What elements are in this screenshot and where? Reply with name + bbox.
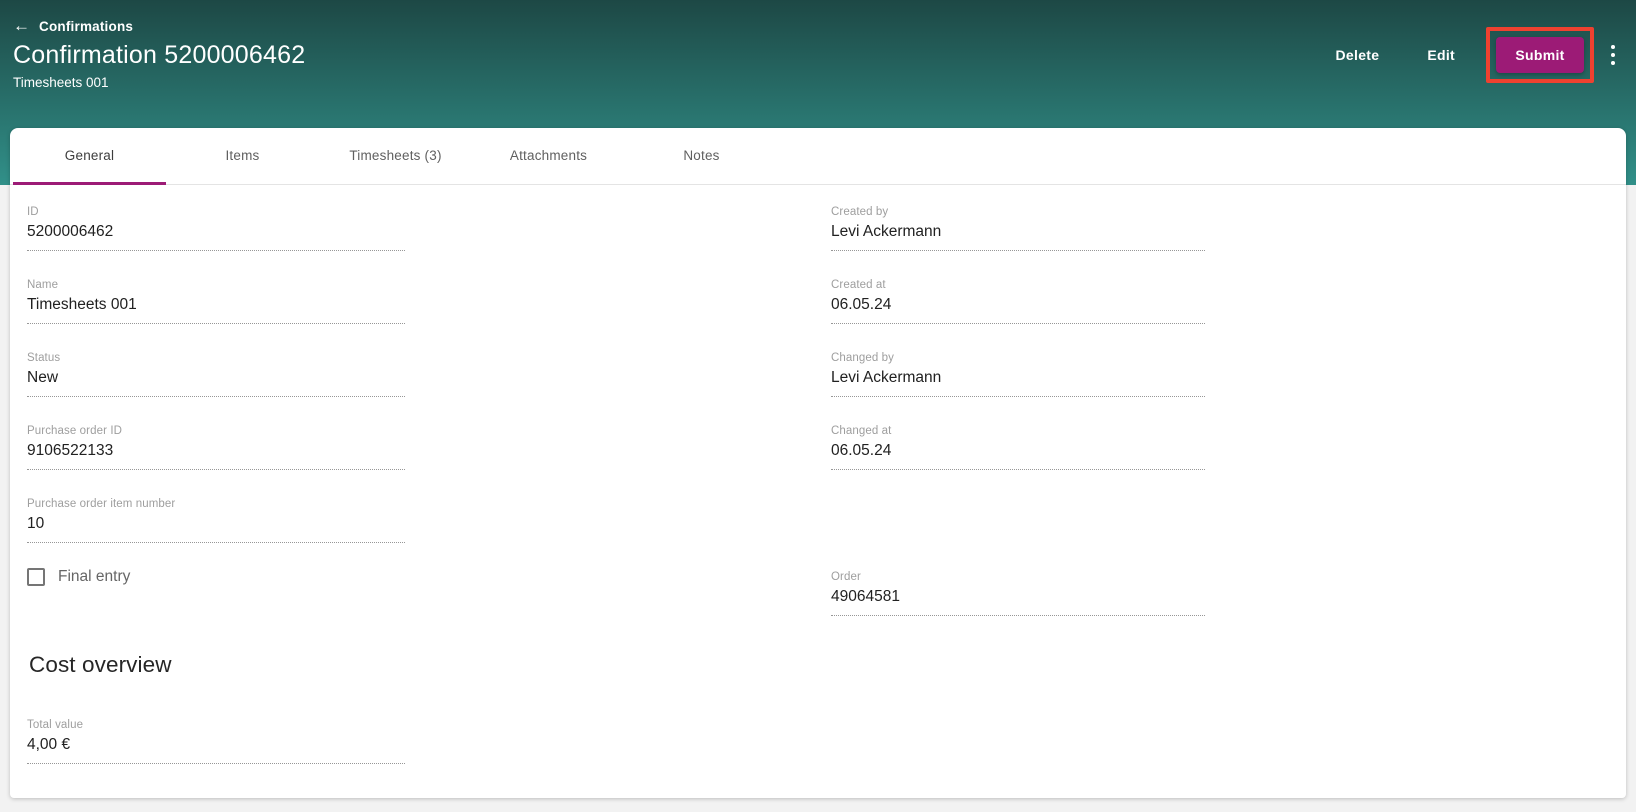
field-label: Created by [831,205,1205,219]
tab-items[interactable]: Items [166,128,319,184]
field-row: Final entry Order 49064581 [27,560,1626,633]
field-label: Created at [831,278,1205,292]
field-label: ID [27,205,405,219]
field-label: Purchase order ID [27,424,405,438]
submit-button[interactable]: Submit [1496,37,1584,73]
field-value: New [27,365,405,397]
final-entry-checkbox[interactable] [27,568,45,586]
tab-attachments[interactable]: Attachments [472,128,625,184]
field-label: Total value [27,718,405,732]
field-label: Changed by [831,351,1205,365]
field-label: Purchase order item number [27,497,405,511]
field-value: 49064581 [831,584,1205,616]
field-row: Purchase order ID 9106522133 Changed at … [27,414,1626,487]
back-arrow-icon[interactable]: ← [13,17,30,35]
cost-overview-heading: Cost overview [29,652,1626,678]
kebab-dot [1611,61,1615,65]
field-value: 10 [27,511,405,543]
field-value: 4,00 € [27,732,405,764]
final-entry-checkbox-row[interactable]: Final entry [27,568,831,586]
field-value: 06.05.24 [831,438,1205,470]
field-value: Levi Ackermann [831,219,1205,251]
field-label: Name [27,278,405,292]
field-purchase-order-item-number: Purchase order item number 10 [27,487,405,543]
page-subtitle: Timesheets 001 [13,75,109,90]
submit-highlight-annotation: Submit [1486,27,1594,83]
field-value: Timesheets 001 [27,292,405,324]
field-created-at: Created at 06.05.24 [831,268,1205,324]
header-actions: Delete Edit Submit [1320,27,1620,83]
field-label: Order [831,570,1205,584]
field-row: Name Timesheets 001 Created at 06.05.24 [27,268,1626,341]
general-tab-content: ID 5200006462 Created by Levi Ackermann … [10,185,1626,764]
field-changed-by: Changed by Levi Ackermann [831,341,1205,397]
tab-notes[interactable]: Notes [625,128,778,184]
back-link-label[interactable]: Confirmations [39,19,133,34]
field-value: 06.05.24 [831,292,1205,324]
field-purchase-order-id: Purchase order ID 9106522133 [27,414,405,470]
field-row: Status New Changed by Levi Ackermann [27,341,1626,414]
field-value: 9106522133 [27,438,405,470]
field-value: Levi Ackermann [831,365,1205,397]
field-total-value: Total value 4,00 € [27,708,405,764]
field-label: Status [27,351,405,365]
field-label: Changed at [831,424,1205,438]
final-entry-label: Final entry [58,568,130,586]
field-name: Name Timesheets 001 [27,268,405,324]
kebab-dot [1611,45,1615,49]
field-value: 5200006462 [27,219,405,251]
app-header: ← Confirmations Confirmation 5200006462 … [0,0,1636,128]
confirmation-detail-card: General Items Timesheets (3) Attachments… [10,128,1626,798]
kebab-dot [1611,53,1615,57]
delete-button[interactable]: Delete [1320,37,1396,73]
tab-general[interactable]: General [13,128,166,184]
tab-bar: General Items Timesheets (3) Attachments… [10,128,1626,185]
field-id: ID 5200006462 [27,195,405,251]
tab-timesheets[interactable]: Timesheets (3) [319,128,472,184]
field-row: Purchase order item number 10 [27,487,1626,560]
breadcrumb[interactable]: ← Confirmations [13,17,133,35]
edit-button[interactable]: Edit [1411,37,1471,73]
field-changed-at: Changed at 06.05.24 [831,414,1205,470]
field-row: ID 5200006462 Created by Levi Ackermann [27,195,1626,268]
page-title: Confirmation 5200006462 [13,41,305,70]
field-created-by: Created by Levi Ackermann [831,195,1205,251]
page: ← Confirmations Confirmation 5200006462 … [0,0,1636,812]
kebab-menu-icon[interactable] [1606,39,1620,71]
field-order: Order 49064581 [831,560,1205,616]
field-status: Status New [27,341,405,397]
